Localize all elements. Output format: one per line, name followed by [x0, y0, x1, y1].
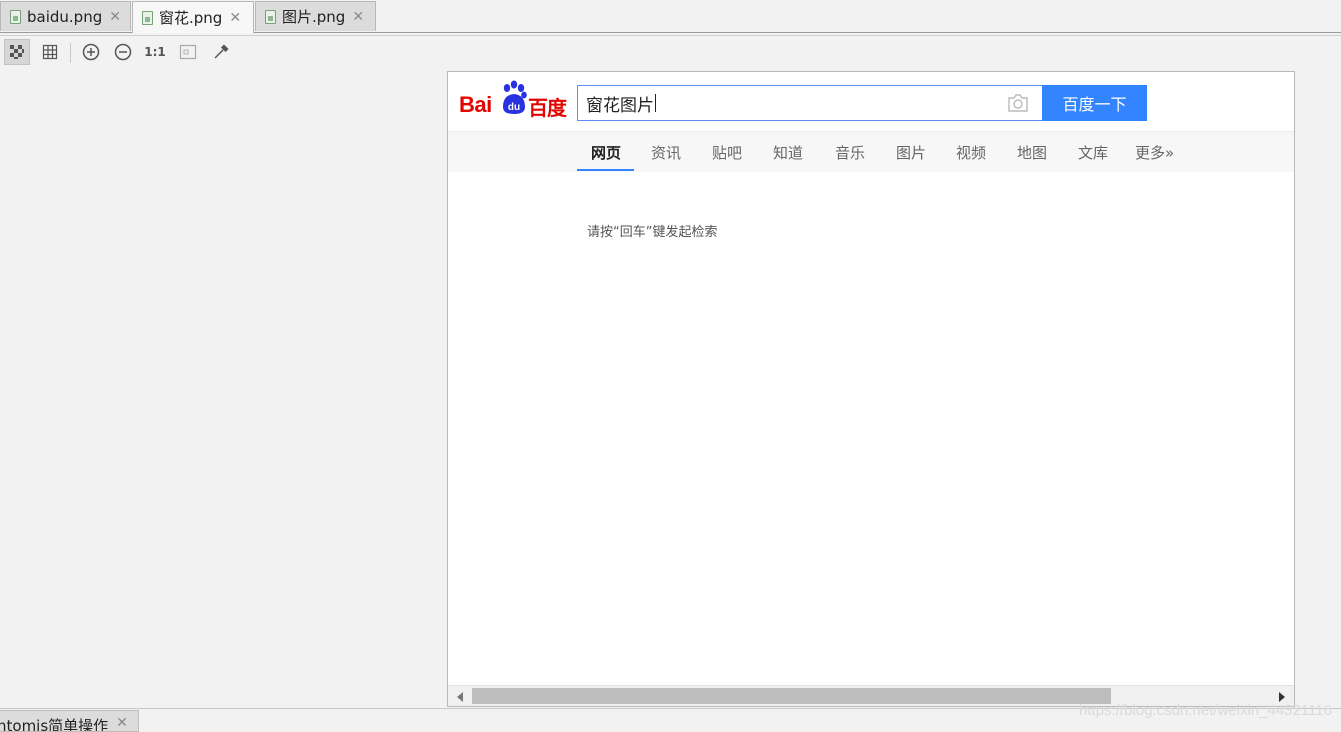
checkerboard-icon[interactable] [4, 39, 30, 65]
enter-hint-text: 请按“回车”键发起检索 [587, 225, 718, 240]
actual-size-label: 1:1 [144, 45, 166, 59]
nav-item-map[interactable]: 地图 [1017, 142, 1047, 163]
editor-tab-bar: baidu.png ✕ 窗花.png ✕ 图片.png ✕ [0, 0, 1341, 33]
nav-item-webpage[interactable]: 网页 [591, 142, 621, 163]
divider [0, 35, 1341, 36]
bottom-panel-tab[interactable]: ntomis简单操作 ✕ [0, 710, 139, 732]
bottom-tab-label: ntomis简单操作 [0, 717, 109, 732]
scrollbar-thumb[interactable] [472, 688, 1111, 704]
zoom-in-icon[interactable] [78, 39, 104, 65]
text-caret [655, 94, 656, 112]
search-input-value: 窗花图片 [586, 95, 654, 116]
image-canvas: Bai du 百度 窗花图片 百度一下 网页 资讯 贴吧 知道 音乐 图片 视频… [447, 71, 1295, 707]
search-button[interactable]: 百度一下 [1042, 85, 1147, 121]
nav-item-news[interactable]: 资讯 [651, 142, 681, 163]
toolbar-separator [70, 43, 71, 63]
close-icon[interactable]: ✕ [109, 10, 121, 24]
fit-window-icon[interactable] [175, 39, 201, 65]
nav-item-tieba[interactable]: 贴吧 [712, 142, 742, 163]
nav-item-wenku[interactable]: 文库 [1078, 142, 1108, 163]
baidu-logo: Bai du 百度 [459, 80, 571, 120]
logo-chinese-text: 百度 [528, 96, 567, 120]
image-file-icon [265, 9, 276, 24]
logo-latin-text: Bai [459, 92, 492, 117]
nav-item-zhidao[interactable]: 知道 [773, 142, 803, 163]
close-icon[interactable]: ✕ [116, 715, 128, 731]
zoom-out-icon[interactable] [110, 39, 136, 65]
tab-label: 图片.png [282, 8, 346, 26]
actual-size-button[interactable]: 1:1 [142, 39, 168, 65]
search-input[interactable]: 窗花图片 [577, 85, 1042, 121]
color-picker-icon[interactable] [208, 39, 234, 65]
paw-icon: du [503, 80, 527, 114]
scroll-left-icon[interactable] [457, 692, 463, 702]
tab-label: baidu.png [27, 7, 103, 26]
tab-tupian-png[interactable]: 图片.png ✕ [255, 1, 376, 31]
close-icon[interactable]: ✕ [229, 11, 241, 25]
image-file-icon [10, 9, 21, 24]
image-file-icon [142, 10, 153, 25]
nav-item-music[interactable]: 音乐 [835, 142, 865, 163]
tab-baidu-png[interactable]: baidu.png ✕ [0, 1, 131, 31]
nav-item-more[interactable]: 更多» [1135, 142, 1174, 163]
close-icon[interactable]: ✕ [352, 10, 364, 24]
watermark: https://blog.csdn.net/weixin_44321116 [1079, 702, 1332, 719]
logo-du-text: du [508, 102, 520, 113]
camera-icon[interactable] [1006, 92, 1030, 114]
scroll-right-icon[interactable] [1279, 692, 1285, 702]
grid-icon[interactable] [37, 39, 63, 65]
image-viewer-toolbar: 1:1 [0, 37, 1341, 69]
baidu-nav-bar: 网页 资讯 贴吧 知道 音乐 图片 视频 地图 文库 更多» [448, 131, 1294, 172]
active-nav-indicator [577, 169, 634, 171]
nav-item-images[interactable]: 图片 [896, 142, 926, 163]
tab-chuanghua-png[interactable]: 窗花.png ✕ [132, 1, 254, 33]
nav-item-video[interactable]: 视频 [956, 142, 986, 163]
tab-label: 窗花.png [159, 9, 223, 27]
